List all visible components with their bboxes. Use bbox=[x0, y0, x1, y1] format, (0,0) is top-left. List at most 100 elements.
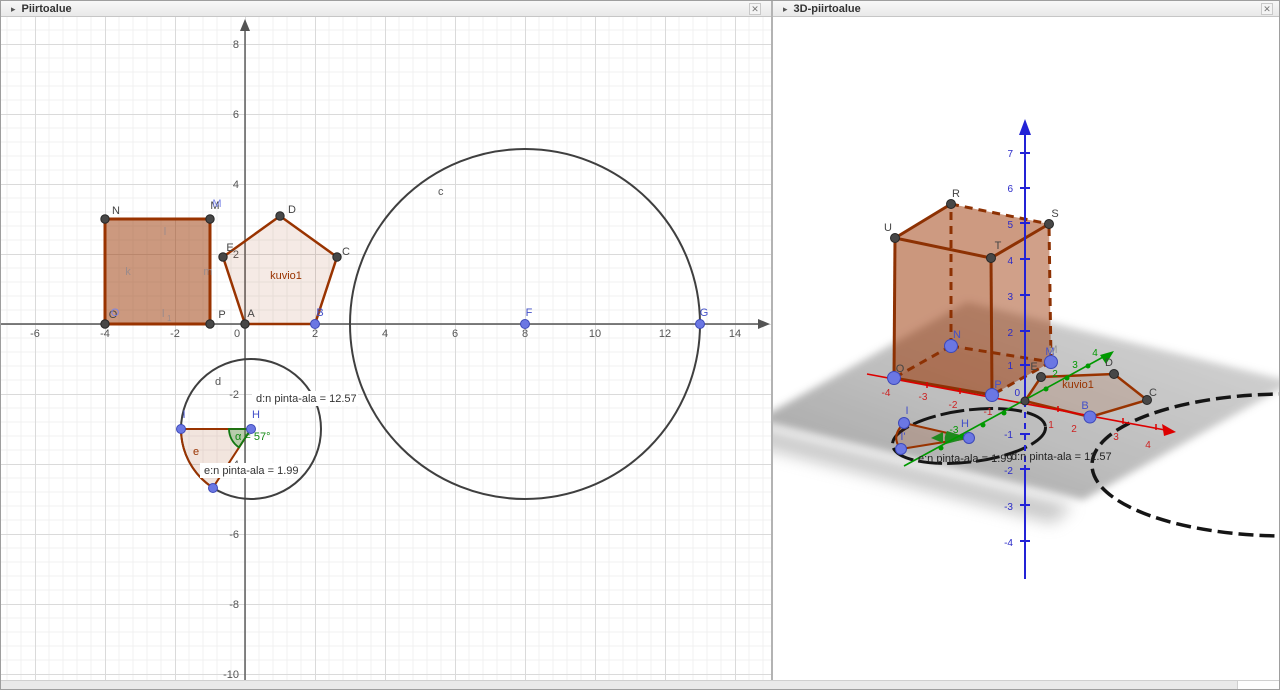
label-point-a: A bbox=[247, 308, 255, 320]
x-tick-label-3d: -3 bbox=[919, 392, 928, 403]
point-c[interactable] bbox=[333, 253, 341, 261]
point-r-3d[interactable] bbox=[947, 200, 956, 209]
label-e-3d: E bbox=[1030, 361, 1037, 373]
graphics-view-3d-titlebar[interactable]: ▸ 3D-piirtoalue ✕ bbox=[773, 1, 1280, 17]
point-f[interactable] bbox=[521, 320, 530, 329]
panel-title: 3D-piirtoalue bbox=[794, 1, 861, 17]
x-tick-label-3d: 1 bbox=[1048, 420, 1054, 431]
collapse-arrow-icon[interactable]: ▸ bbox=[11, 1, 16, 17]
label-i-prime-3d: I' bbox=[900, 431, 905, 443]
graphics-view-2d[interactable]: -6-4-2024681012148642-2-4-6-8-10d:n pint… bbox=[1, 17, 771, 690]
z-tick-label-3d: -2 bbox=[1004, 466, 1013, 477]
area-text-e-3d: e:n pinta-ala = 1.99 bbox=[918, 453, 1013, 465]
x-tick-label-3d: 2 bbox=[1071, 424, 1077, 435]
y-tick-label-3d: 4 bbox=[1092, 348, 1098, 359]
x-tick-label: -2 bbox=[170, 328, 180, 340]
x-tick-label-3d: -2 bbox=[949, 400, 958, 411]
point-a-3d[interactable] bbox=[1021, 397, 1029, 405]
point-s-3d[interactable] bbox=[1045, 220, 1054, 229]
y-dot-3d bbox=[1002, 411, 1007, 416]
label-h-3d: H bbox=[961, 418, 969, 430]
label-point-e: E bbox=[226, 242, 233, 254]
scrollbar-corner bbox=[1237, 681, 1280, 690]
point-e[interactable] bbox=[219, 253, 227, 261]
label-point-c: C bbox=[342, 246, 350, 258]
label-u-3d: U bbox=[884, 222, 892, 234]
x-tick-label: 12 bbox=[659, 328, 671, 340]
x-tick-label: -6 bbox=[30, 328, 40, 340]
close-icon[interactable]: ✕ bbox=[749, 3, 761, 15]
point-h-3d[interactable] bbox=[964, 433, 975, 444]
label-edge-l1-sub: 1 bbox=[167, 314, 172, 323]
z-tick-label-3d: -4 bbox=[1004, 538, 1013, 549]
label-c: c bbox=[438, 186, 444, 198]
label-point-m-overlay: M bbox=[212, 198, 221, 210]
x-tick-label-3d: 3 bbox=[1113, 432, 1119, 443]
area-text-d-3d: d:n pinta-ala = 12.57 bbox=[1011, 451, 1112, 463]
y-dot-3d bbox=[1044, 387, 1049, 392]
point-i-prime-3d[interactable] bbox=[896, 444, 907, 455]
point-i-3d[interactable] bbox=[899, 418, 910, 429]
x-tick-label: 8 bbox=[522, 328, 528, 340]
graphics-view-3d[interactable]: -4-3-2-11234234-376543210-1-2-3-4RSTUONP… bbox=[773, 17, 1280, 690]
cube-edge-pt bbox=[991, 258, 992, 395]
point-n[interactable] bbox=[101, 215, 109, 223]
point-d-3d[interactable] bbox=[1110, 370, 1119, 379]
label-i-3d: I bbox=[905, 405, 908, 417]
y-tick-label: 8 bbox=[233, 39, 239, 51]
label-s-3d: S bbox=[1051, 208, 1058, 220]
point-i-prime[interactable] bbox=[209, 484, 218, 493]
point-d[interactable] bbox=[276, 212, 284, 220]
label-n-3d: N bbox=[953, 329, 961, 341]
graphics-view-titlebar[interactable]: ▸ Piirtoalue ✕ bbox=[1, 1, 771, 17]
label-kuvio1: kuvio1 bbox=[270, 270, 302, 282]
label-p-3d: P bbox=[994, 379, 1001, 391]
z-tick-label-3d: 7 bbox=[1007, 149, 1013, 160]
y-dot-3d bbox=[981, 423, 986, 428]
z-tick-label-3d: -3 bbox=[1004, 502, 1013, 513]
x-tick-label: 4 bbox=[382, 328, 388, 340]
3d-canvas[interactable]: -4-3-2-11234234-376543210-1-2-3-4RSTUONP… bbox=[773, 17, 1280, 690]
y-dot-3d bbox=[1086, 364, 1091, 369]
point-n-3d[interactable] bbox=[945, 340, 958, 353]
point-g[interactable] bbox=[696, 320, 705, 329]
label-edge-l: l bbox=[164, 226, 166, 238]
point-t-3d[interactable] bbox=[987, 254, 996, 263]
point-p[interactable] bbox=[206, 320, 214, 328]
y-tick-label: -2 bbox=[229, 389, 239, 401]
cube-edge-ou bbox=[894, 238, 895, 378]
label-b-3d: B bbox=[1081, 400, 1088, 412]
label-point-n: N bbox=[112, 205, 120, 217]
point-i[interactable] bbox=[177, 425, 186, 434]
label-point-b: B bbox=[316, 307, 323, 319]
x-tick-label: 0 bbox=[234, 328, 240, 340]
point-b[interactable] bbox=[311, 320, 320, 329]
point-m[interactable] bbox=[206, 215, 214, 223]
point-h[interactable] bbox=[247, 425, 256, 434]
z-tick-label-3d: 6 bbox=[1007, 184, 1013, 195]
label-edge-l1: l bbox=[162, 308, 164, 320]
label-point-p: P bbox=[218, 309, 225, 321]
y-tick-label: -6 bbox=[229, 529, 239, 541]
point-e-3d[interactable] bbox=[1037, 373, 1046, 382]
panel-title: Piirtoalue bbox=[22, 1, 72, 17]
label-kuvio1-3d: kuvio1 bbox=[1062, 379, 1094, 391]
label-d-3d: D bbox=[1105, 357, 1113, 369]
z-tick-label-3d: -1 bbox=[1004, 430, 1013, 441]
geogebra-window: ▸ Piirtoalue ✕ -6-4-2024681012148642-2-4… bbox=[0, 0, 1280, 690]
z-tick-label-3d: 4 bbox=[1007, 256, 1013, 267]
close-icon[interactable]: ✕ bbox=[1261, 3, 1273, 15]
2d-canvas[interactable]: -6-4-2024681012148642-2-4-6-8-10d:n pint… bbox=[1, 17, 771, 690]
point-a[interactable] bbox=[241, 320, 249, 328]
point-b-3d[interactable] bbox=[1084, 411, 1096, 423]
label-point-h: H bbox=[252, 409, 260, 421]
z-tick-label-3d: 5 bbox=[1007, 220, 1013, 231]
point-o[interactable] bbox=[101, 320, 109, 328]
bottom-scrollbar[interactable] bbox=[1, 680, 1280, 689]
label-d: d bbox=[215, 376, 221, 388]
point-u-3d[interactable] bbox=[891, 234, 900, 243]
y-tick-label: 4 bbox=[233, 179, 239, 191]
x-tick-label: 14 bbox=[729, 328, 741, 340]
x-tick-label: 6 bbox=[452, 328, 458, 340]
collapse-arrow-icon[interactable]: ▸ bbox=[783, 1, 788, 17]
